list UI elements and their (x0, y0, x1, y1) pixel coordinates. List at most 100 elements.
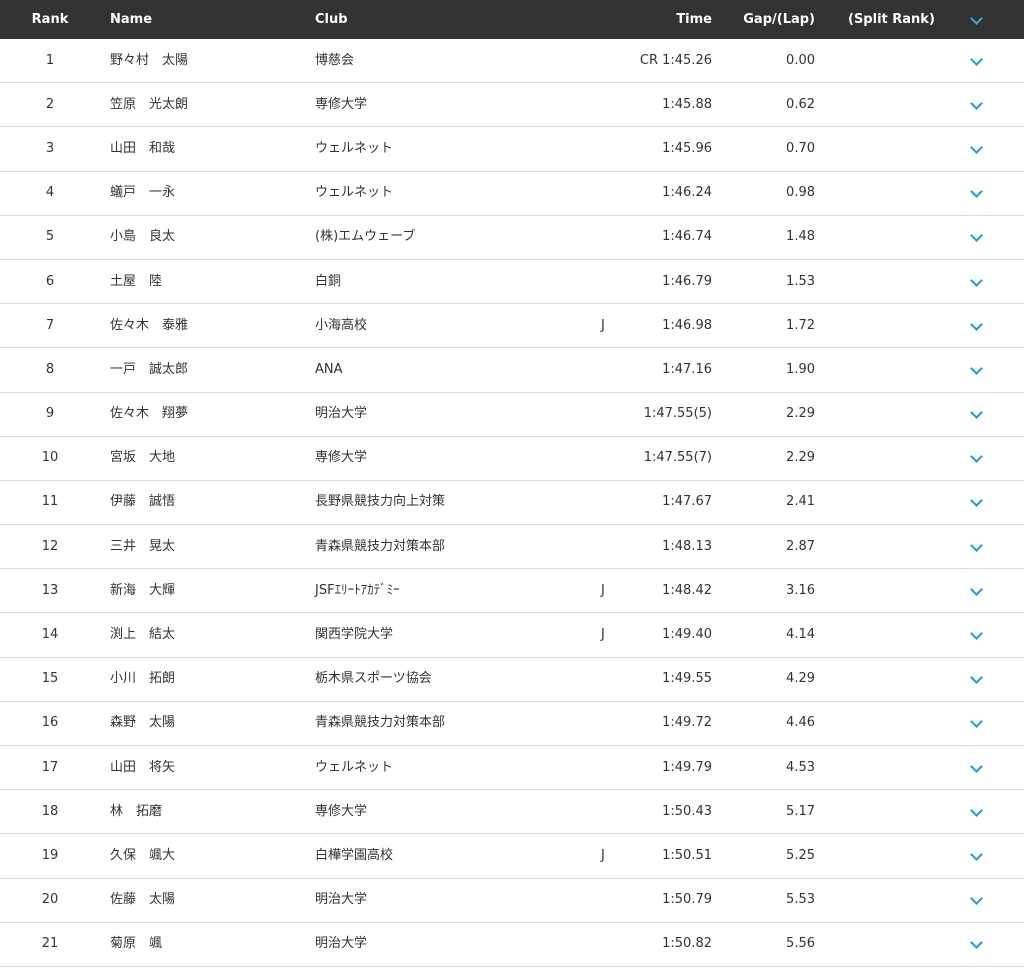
rank-cell: 17 (41, 759, 59, 775)
club-cell: 白銅 (315, 273, 342, 289)
time-cell: 1:47.16 (662, 361, 712, 377)
expand-row-button[interactable] (966, 362, 986, 378)
table-row[interactable]: 8 一戸 誠太郎 ANA 1:47.16 1.90 (0, 348, 1024, 393)
table-body: 1 野々村 太陽 博慈会 CR 1:45.26 0.00 2 笠原 光太朗 専修大学 1:45.… (0, 39, 1024, 967)
table-row[interactable]: 10 宮坂 大地 専修大学 1:47.55(7) 2.29 (0, 437, 1024, 481)
gap-cell: 5.53 (786, 892, 815, 908)
expand-row-button[interactable] (966, 273, 986, 290)
name-cell: 蟻戸 一永 (110, 185, 176, 201)
expand-row-button[interactable] (966, 538, 986, 555)
gap-cell: 2.29 (786, 406, 815, 422)
chevron-down-icon (969, 11, 983, 25)
expand-row-button[interactable] (966, 892, 986, 908)
table-row[interactable]: 14 渕上 結太 関西学院大学 J 1:49.40 4.14 (0, 613, 1024, 658)
club-cell: 青森県競技力対策本部 (315, 538, 446, 554)
header-club[interactable]: Club (315, 12, 348, 28)
table-row[interactable]: 9 佐々木 翔夢 明治大学 1:47.55(5) 2.29 (0, 393, 1024, 437)
club-cell: JSFｴﾘｰﾄｱｶﾃﾞﾐｰ (315, 582, 400, 598)
expand-row-button[interactable] (966, 185, 986, 201)
chevron-down-icon (969, 715, 983, 729)
name-cell: 菊原 颯 (110, 936, 163, 952)
table-row[interactable]: 11 伊藤 誠悟 長野県競技力向上対策 1:47.67 2.41 (0, 481, 1024, 526)
name-cell: 野々村 太陽 (110, 52, 189, 68)
gap-cell: 4.14 (786, 627, 815, 643)
rank-cell: 11 (41, 494, 59, 510)
table-row[interactable]: 18 林 拓磨 専修大学 1:50.43 5.17 (0, 790, 1024, 835)
table-row[interactable]: 15 小川 拓朗 栃木県スポーツ協会 1:49.55 4.29 (0, 658, 1024, 702)
chevron-down-icon (969, 538, 983, 552)
header-name[interactable]: Name (110, 12, 152, 28)
gap-cell: 1.48 (786, 229, 815, 245)
name-cell: 山田 将矢 (110, 759, 176, 775)
header-time[interactable]: Time (600, 12, 712, 28)
rank-cell: 5 (45, 229, 55, 245)
gap-cell: 5.56 (786, 936, 815, 952)
rank-cell: 16 (41, 715, 59, 731)
expand-row-button[interactable] (966, 936, 986, 952)
name-cell: 土屋 陸 (110, 273, 163, 289)
name-cell: 宮坂 大地 (110, 450, 176, 466)
time-cell: 1:50.79 (662, 892, 712, 908)
gap-cell: 4.53 (786, 759, 815, 775)
chevron-down-icon (969, 671, 983, 685)
expand-row-button[interactable] (966, 494, 986, 510)
expand-row-button[interactable] (966, 582, 986, 599)
time-cell: 1:45.96 (662, 140, 712, 156)
chevron-down-icon (969, 141, 983, 154)
header-gap[interactable]: Gap/(Lap) (700, 12, 815, 28)
expand-row-button[interactable] (966, 141, 986, 157)
table-row[interactable]: 1 野々村 太陽 博慈会 CR 1:45.26 0.00 (0, 39, 1024, 84)
rank-cell: 14 (41, 627, 59, 643)
club-cell: 関西学院大学 (315, 627, 394, 643)
time-cell: 1:49.40 (662, 627, 712, 643)
table-row[interactable]: 3 山田 和哉 ウェルネット 1:45.96 0.70 (0, 127, 1024, 172)
table-row[interactable]: 2 笠原 光太朗 専修大学 1:45.88 0.62 (0, 83, 1024, 128)
time-cell: 1:46.24 (662, 185, 712, 201)
expand-row-button[interactable] (966, 848, 986, 864)
name-cell: 渕上 結太 (110, 627, 176, 643)
table-row[interactable]: 4 蟻戸 一永 ウェルネット 1:46.24 0.98 (0, 172, 1024, 216)
club-cell: 明治大学 (315, 892, 368, 908)
name-cell: 林 拓磨 (110, 803, 163, 819)
table-row[interactable]: 20 佐藤 太陽 明治大学 1:50.79 5.53 (0, 879, 1024, 923)
table-row[interactable]: 6 土屋 陸 白銅 1:46.79 1.53 (0, 260, 1024, 305)
time-cell: 1:49.55 (662, 671, 712, 687)
table-row[interactable]: 21 菊原 颯 明治大学 1:50.82 5.56 (0, 923, 1024, 967)
time-cell: 1:48.13 (662, 538, 712, 554)
chevron-down-icon (969, 450, 983, 464)
expand-row-button[interactable] (966, 759, 986, 776)
table-row[interactable]: 7 佐々木 泰雅 小海高校 J 1:46.98 1.72 (0, 304, 1024, 349)
table-row[interactable]: 16 森野 太陽 青森県競技力対策本部 1:49.72 4.46 (0, 702, 1024, 746)
expand-row-button[interactable] (966, 627, 986, 643)
table-row[interactable]: 5 小島 良太 (株)エムウェーブ 1:46.74 1.48 (0, 216, 1024, 260)
name-cell: 佐藤 太陽 (110, 892, 176, 908)
expand-row-button[interactable] (966, 406, 986, 422)
gap-cell: 3.16 (786, 582, 815, 598)
rank-cell: 1 (45, 52, 55, 68)
club-cell: ANA (315, 361, 343, 377)
table-row[interactable]: 17 山田 将矢 ウェルネット 1:49.79 4.53 (0, 746, 1024, 791)
time-cell: 1:45.88 (662, 96, 712, 112)
table-row[interactable]: 12 三井 晃太 青森県競技力対策本部 1:48.13 2.87 (0, 525, 1024, 570)
header-split-rank[interactable]: (Split Rank) (848, 12, 935, 28)
expand-row-button[interactable] (966, 317, 986, 334)
expand-row-button[interactable] (966, 803, 986, 820)
name-cell: 佐々木 泰雅 (110, 317, 189, 333)
header-rank[interactable]: Rank (0, 12, 100, 28)
gap-cell: 4.46 (786, 715, 815, 731)
expand-row-button[interactable] (966, 52, 986, 69)
chevron-down-icon (969, 185, 983, 199)
club-cell: (株)エムウェーブ (315, 229, 416, 245)
name-cell: 笠原 光太朗 (110, 96, 189, 112)
expand-row-button[interactable] (966, 450, 986, 466)
expand-all-button[interactable] (966, 11, 986, 28)
time-cell: 1:49.79 (662, 759, 712, 775)
expand-row-button[interactable] (966, 229, 986, 245)
expand-row-button[interactable] (966, 96, 986, 113)
rank-cell: 19 (41, 847, 59, 863)
table-row[interactable]: 13 新海 大輝 JSFｴﾘｰﾄｱｶﾃﾞﾐｰ J 1:48.42 3.16 (0, 569, 1024, 614)
table-row[interactable]: 19 久保 颯大 白樺学園高校 J 1:50.51 5.25 (0, 834, 1024, 879)
expand-row-button[interactable] (966, 715, 986, 731)
expand-row-button[interactable] (966, 671, 986, 687)
chevron-down-icon (969, 803, 983, 817)
